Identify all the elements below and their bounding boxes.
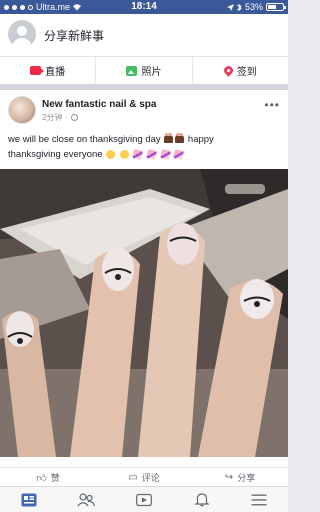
composer-prompt[interactable]: 分享新鲜事 (44, 27, 104, 44)
photo-button[interactable]: 照片 (96, 57, 193, 84)
friends-icon (77, 492, 96, 506)
battery-percent: 53% (244, 2, 263, 12)
post-actions: 👍︎ 赞 ▭ 评论 ↪ 分享 (0, 467, 288, 487)
live-label: 直播 (45, 67, 66, 78)
check-in-pin-icon (221, 64, 235, 77)
more-options-icon[interactable]: ••• (264, 98, 280, 112)
smile-emoji-icon (119, 149, 129, 159)
photo-label: 照片 (141, 67, 162, 78)
check-in-label: 签到 (236, 67, 257, 78)
user-avatar[interactable] (8, 20, 36, 48)
share-button[interactable]: ↪ 分享 (192, 468, 288, 487)
smile-emoji-icon (106, 149, 116, 159)
check-in-button[interactable]: 签到 (193, 57, 288, 84)
post-author[interactable]: New fantastic nail & spa (42, 99, 156, 110)
comment-button[interactable]: ▭ 评论 (96, 468, 192, 487)
like-icon: 👍︎ (36, 472, 47, 484)
status-bar: Ultra.me 18:14 53% (0, 0, 288, 14)
bottom-tab-bar (0, 486, 288, 512)
like-label: 赞 (50, 473, 60, 483)
tab-friends[interactable] (58, 487, 116, 512)
nail-polish-emoji-icon (146, 148, 158, 160)
like-button[interactable]: 👍︎ 赞 (0, 468, 96, 487)
news-feed-icon (21, 493, 37, 506)
tab-watch[interactable] (115, 487, 173, 512)
post-text-part3: thanksgiving everyone (8, 149, 103, 160)
tab-news-feed[interactable] (0, 487, 58, 512)
pie-emoji-icon (175, 133, 185, 144)
comment-label: 评论 (141, 473, 160, 483)
feed-post: New fantastic nail & spa 2分钟 · ••• we wi… (0, 90, 288, 486)
comment-icon: ▭ (128, 472, 138, 483)
page-avatar[interactable] (8, 96, 36, 124)
status-right: 53% (226, 2, 286, 12)
bluetooth-icon (237, 3, 242, 11)
share-label: 分享 (237, 473, 256, 483)
nail-polish-emoji-icon (159, 148, 171, 160)
location-arrow-icon (226, 3, 234, 11)
live-button[interactable]: 直播 (0, 57, 97, 84)
post-text-part2: happy (187, 134, 214, 145)
post-meta: 2分钟 · (42, 112, 79, 123)
tab-menu[interactable] (230, 487, 288, 512)
globe-icon (71, 114, 79, 121)
menu-icon (251, 494, 267, 505)
live-video-icon (30, 66, 45, 75)
app-root: Ultra.me 18:14 53% 分享新鲜事 直播 照片 签到 New fa… (0, 0, 288, 512)
watch-video-icon (136, 493, 152, 506)
composer-actions: 直播 照片 签到 (0, 56, 288, 84)
post-time[interactable]: 2分钟 (42, 112, 62, 123)
notifications-bell-icon (194, 493, 209, 507)
post-photo[interactable] (0, 169, 288, 457)
battery-icon (266, 3, 286, 11)
post-text: we will be close on thanksgiving day hap… (8, 132, 280, 162)
nail-art-photo (0, 169, 288, 457)
post-text-part1: we will be close on thanksgiving day (8, 134, 161, 145)
status-composer[interactable]: 分享新鲜事 (0, 14, 288, 56)
photo-icon (126, 65, 138, 76)
nail-polish-emoji-icon (173, 148, 185, 160)
tab-notifications[interactable] (173, 487, 231, 512)
nail-polish-emoji-icon (132, 148, 144, 160)
pie-emoji-icon (164, 133, 174, 144)
share-icon: ↪ (224, 472, 234, 483)
